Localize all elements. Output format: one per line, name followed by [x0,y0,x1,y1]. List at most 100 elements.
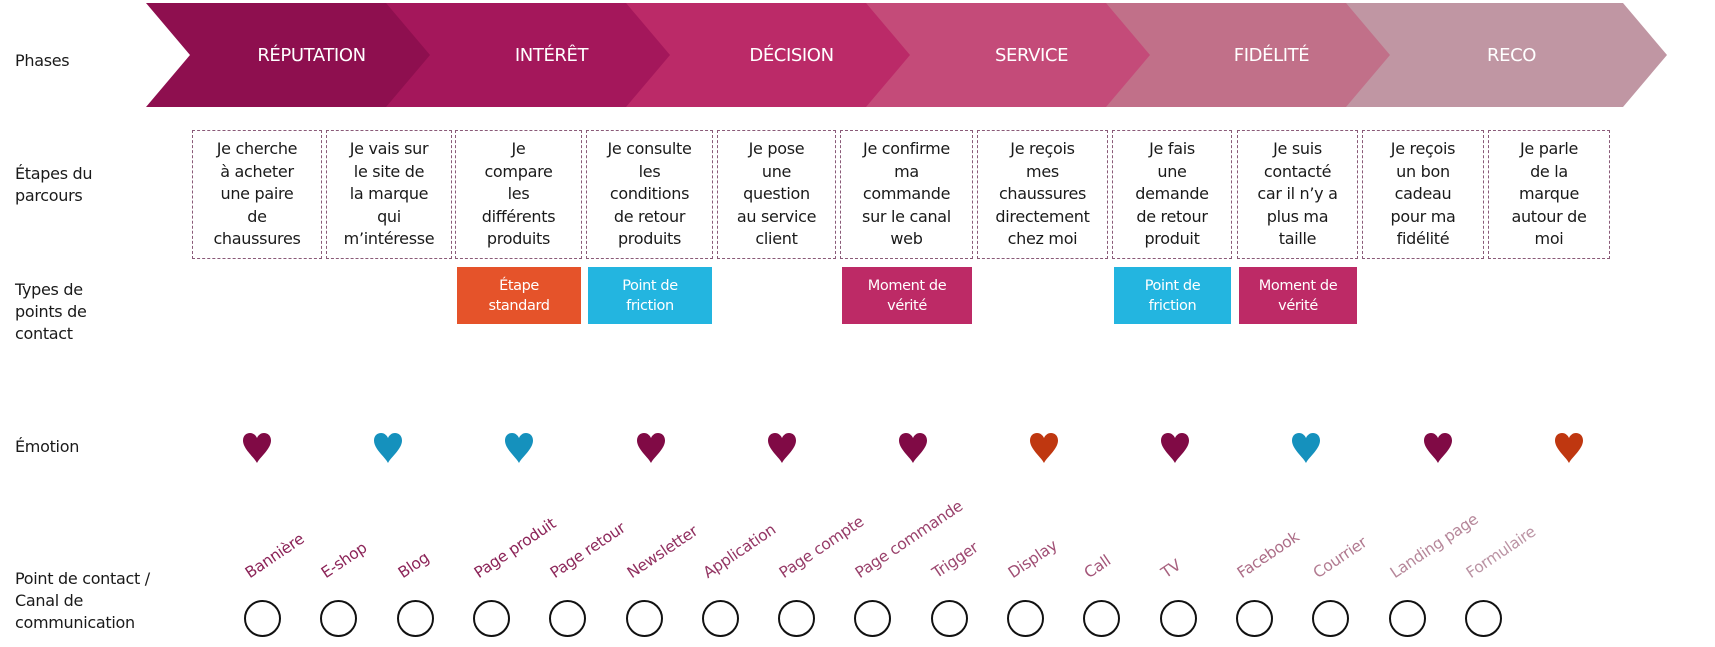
channel-label: Page retour [547,518,629,582]
journey-step-line: plus ma [1266,206,1329,226]
channel-selector-circle[interactable] [1464,600,1502,637]
channel-label: Newsletter [623,521,701,582]
journey-step-line: moi [1534,229,1564,249]
journey-step-line: ma [894,161,919,181]
journey-step-line: client [755,229,798,249]
journey-step: Je vais sur le site de la marque qui m’intér… [326,130,452,259]
journey-step-text: Je compare les différents produits [482,138,556,251]
journey-step-line: de retour [1136,206,1208,226]
journey-step-line: une [761,161,792,181]
channel-selector-circle[interactable] [396,600,434,637]
heart-icon [765,431,799,465]
journey-step: Je consulte les conditions de retour produit… [586,130,713,259]
channel-label: Call [1081,551,1115,582]
phases-chevron-row: RÉPUTATION INTÉRÊT DÉCISION SERVICE FIDÉLITÉ… [146,3,1667,107]
touchpoint-badge-friction: Point de friction [1114,267,1231,324]
journey-step-line: de [247,206,267,226]
channel-selector-circle[interactable] [930,600,968,637]
journey-step-line: web [890,229,923,249]
channel-label: E-shop [318,538,371,582]
phase-label: FIDÉLITÉ [1234,44,1309,66]
phase-label: SERVICE [995,45,1068,66]
channel-label: TV [1157,556,1184,582]
journey-step-line: produit [1144,229,1200,249]
journey-step-line: pour ma [1390,206,1456,226]
touchpoint-badge-truth: Moment de vérité [842,267,972,324]
journey-step-line: m’intéresse [343,229,435,249]
journey-step-line: Je cherche [216,139,298,159]
journey-step-line: taille [1278,229,1317,249]
journey-step-line: Je suis [1273,139,1322,159]
channel-selector-circle[interactable] [1312,600,1350,637]
channel-selector-circle[interactable] [320,600,358,637]
channel-selector-circle[interactable] [778,600,816,637]
row-label-steps: Étapes du parcours [15,164,93,205]
journey-step-line: chaussures [998,184,1087,204]
journey-step-line: demande [1135,184,1209,204]
channel-selector-circle[interactable] [1159,600,1197,637]
journey-step-line: à acheter [220,161,294,181]
journey-step-line: Je reçois [1010,139,1075,159]
journey-step-line: de la [1530,161,1568,181]
channel-label: Page compte [776,512,868,582]
journey-step-line: une paire [220,184,294,204]
journey-step: Je parle de la marque autour de moi [1488,130,1610,259]
journey-step-text: Je confirme ma commande sur le canal web [862,138,951,251]
journey-step-text: Je cherche à acheter une paire de chaussures [213,138,300,251]
touchpoint-badge-friction: Point de friction [588,267,712,324]
heart-icon [240,431,274,465]
row-label-emotion: Émotion [15,437,80,456]
heart-icon [1158,431,1192,465]
journey-step-line: Je pose [748,139,805,159]
channel-selector-circle[interactable] [472,600,510,637]
journey-step-line: produits [617,229,682,249]
journey-step-line: Je fais [1149,139,1195,159]
touchpoint-badge-standard: Étape standard [457,267,581,324]
row-label-channels: Point de contact / Canal de communicatio… [15,569,150,632]
journey-step-line: les [507,184,530,204]
journey-step-line: contacté [1263,161,1332,181]
journey-step: Je confirme ma commande sur le canal web [840,130,973,259]
journey-step-text: Je parle de la marque autour de moi [1511,138,1586,251]
journey-step-text: Je vais sur le site de la marque qui m’intér… [344,138,435,251]
channel-label: Application [699,520,779,582]
channel-selector-circle[interactable] [1083,600,1121,637]
journey-step-line: sur le canal [862,206,951,226]
phase-label: DÉCISION [749,44,833,66]
journey-step-line: fidélité [1396,229,1450,249]
channel-label: Formulaire [1462,522,1539,582]
channel-selector-circle[interactable] [1388,600,1426,637]
channel-label: Trigger [928,538,982,582]
journey-step-line: autour de [1511,206,1587,226]
journey-step: Je cherche à acheter une paire de chaussures [192,130,322,259]
journey-step: Je compare les différents produits [455,130,582,259]
phase-label: RECO [1487,45,1536,66]
heart-icon [371,431,405,465]
journey-step-line: chaussures [213,229,301,249]
journey-step-text: Je reçois un bon cadeau pour ma fidélité [1390,138,1455,251]
channel-selector-circle[interactable] [625,600,663,637]
channel-label: Display [1004,536,1061,582]
channel-selector-circle[interactable] [549,600,587,637]
channel-selector-circle[interactable] [1235,600,1273,637]
channel-label: Blog [394,548,433,582]
channel-selector-circle[interactable] [854,600,892,637]
journey-step: Je fais une demande de retour produit [1112,130,1232,259]
journey-step-line: le site de [353,161,425,181]
channel-selector-circle[interactable] [244,600,281,637]
journey-step-line: une [1157,161,1187,181]
channel-selector-circle[interactable] [1007,600,1044,637]
journey-step-line: Je consulte [607,139,692,159]
heart-icon [634,431,668,465]
journey-step-line: cadeau [1394,184,1452,204]
journey-step-line: un bon [1396,161,1450,181]
row-label-touchpoint-types: Types de points de contact [15,280,87,343]
journey-step-text: Je suis contacté car il n’y a plus ma taille [1257,138,1338,251]
heart-icon [502,431,536,465]
journey-step-line: différents [481,206,556,226]
journey-step-text: Je consulte les conditions de retour produit… [607,138,691,251]
heart-icon [1552,431,1586,465]
journey-step-line: Je [511,139,526,159]
journey-step-line: marque [1518,184,1580,204]
channel-selector-circle[interactable] [701,600,739,637]
